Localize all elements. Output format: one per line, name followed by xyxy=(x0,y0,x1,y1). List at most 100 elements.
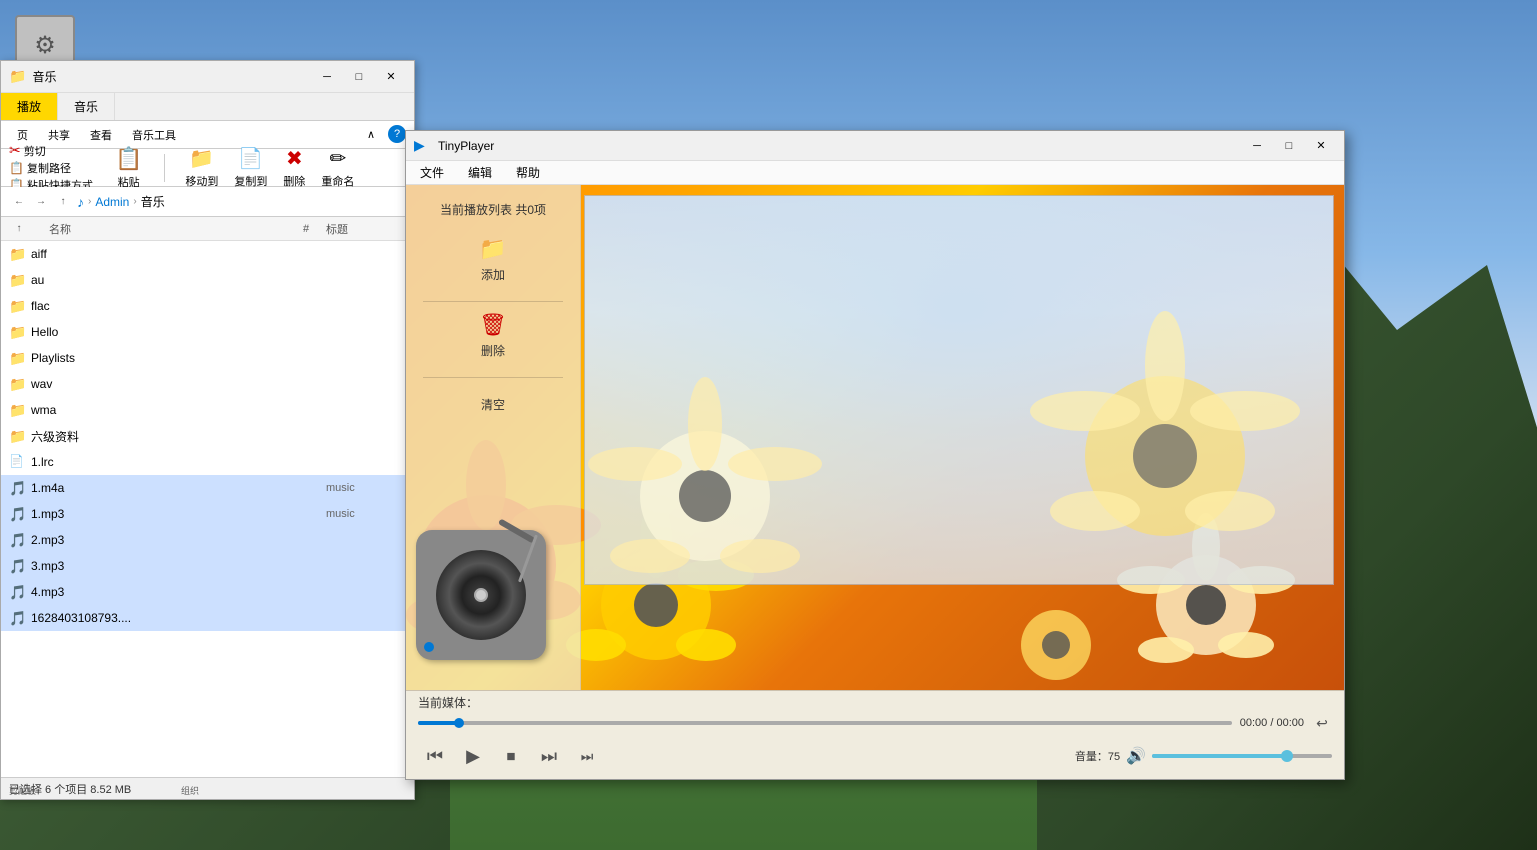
fast-forward-button[interactable]: ⏭ xyxy=(570,741,604,771)
tab-play[interactable]: 播放 xyxy=(1,93,58,120)
address-bar: ← → ↑ ♪ › Admin › 音乐 xyxy=(1,187,414,217)
forward-button[interactable]: → xyxy=(31,192,51,212)
organize-group-label: 组织 xyxy=(181,784,199,797)
file-list: 📁 aiff 📁 au 📁 flac 📁 Hello 📁 Playlists 📁… xyxy=(1,241,414,777)
prev-button[interactable]: ⏮ xyxy=(418,741,452,771)
file-name: wma xyxy=(31,403,406,417)
path-sep-1: › xyxy=(88,196,91,207)
path-admin[interactable]: Admin xyxy=(95,195,129,209)
explorer-tab-row1: 播放 音乐 xyxy=(1,93,414,121)
menu-help[interactable]: 帮助 xyxy=(508,162,548,183)
volume-icon[interactable]: 🔊 xyxy=(1126,746,1146,766)
list-item[interactable]: 🎵 2.mp3 xyxy=(1,527,414,553)
ribbon-collapse-button[interactable]: ∧ xyxy=(356,125,386,145)
organize-group: 📁 移动到 📄 复制到 ✖ 删除 ✏ 重命名 xyxy=(181,144,358,191)
explorer-maximize-button[interactable]: □ xyxy=(344,67,374,87)
player-maximize-button[interactable]: □ xyxy=(1274,136,1304,156)
list-item[interactable]: 📁 flac xyxy=(1,293,414,319)
file-title: music xyxy=(326,508,406,520)
list-item[interactable]: 📁 Hello xyxy=(1,319,414,345)
time-display: 00:00 / 00:00 xyxy=(1240,717,1304,729)
list-item[interactable]: 🎵 1.mp3 music xyxy=(1,501,414,527)
copy-path-icon: 📋 xyxy=(9,161,24,175)
explorer-close-button[interactable]: ✕ xyxy=(376,67,406,87)
folder-icon: 📁 xyxy=(9,428,25,444)
col-title-header[interactable]: 标题 xyxy=(326,221,406,237)
music-file-icon: 🎵 xyxy=(9,558,25,574)
list-item[interactable]: 🎵 1.m4a music xyxy=(1,475,414,501)
path-music[interactable]: 音乐 xyxy=(141,193,165,210)
record-arm xyxy=(498,518,536,543)
delete-icon: ✖ xyxy=(286,146,303,171)
folder-icon: 📁 xyxy=(9,402,25,418)
col-name-header[interactable]: 名称 xyxy=(29,221,286,237)
list-item[interactable]: 🎵 1628403108793.... xyxy=(1,605,414,631)
file-name: Hello xyxy=(31,325,406,339)
playlist-panel: 当前播放列表 共0项 📁 添加 🗑 删除 清空 xyxy=(406,185,581,690)
explorer-window-controls: ─ □ ✕ xyxy=(312,67,406,87)
next-button[interactable]: ⏭ xyxy=(532,741,566,771)
col-num-header[interactable]: # xyxy=(286,223,326,235)
cut-button[interactable]: ✂ 剪切 xyxy=(9,142,93,159)
player-body: 当前播放列表 共0项 📁 添加 🗑 删除 清空 xyxy=(406,185,1344,690)
explorer-minimize-button[interactable]: ─ xyxy=(312,67,342,87)
paste-button-container[interactable]: 📋 粘贴 xyxy=(109,144,148,192)
record-background xyxy=(416,530,546,660)
list-item[interactable]: 📁 wav xyxy=(1,371,414,397)
copy-to-button[interactable]: 📄 复制到 xyxy=(230,144,271,191)
list-item[interactable]: 📁 六级资料 xyxy=(1,423,414,449)
current-media-label: 当前媒体： xyxy=(418,694,478,711)
copy-path-button[interactable]: 📋 复制路径 xyxy=(9,160,93,176)
rename-button[interactable]: ✏ 重命名 xyxy=(317,144,358,191)
list-item[interactable]: 📁 au xyxy=(1,267,414,293)
list-item[interactable]: 📄 1.lrc xyxy=(1,449,414,475)
tab-music[interactable]: 音乐 xyxy=(58,93,115,120)
menu-edit[interactable]: 编辑 xyxy=(460,162,500,183)
clipboard-group: ✂ 剪切 📋 复制路径 📋 粘贴快捷方式 xyxy=(9,142,93,193)
clipboard-group-label: 剪贴板 xyxy=(9,784,36,797)
ribbon-page-label: 页 xyxy=(17,127,28,143)
playlist-divider-1 xyxy=(423,301,562,302)
player-window: ▶ TinyPlayer ─ □ ✕ 文件 编辑 帮助 xyxy=(405,130,1345,780)
delete-button[interactable]: ✖ 删除 xyxy=(279,144,309,191)
folder-icon: 📁 xyxy=(9,350,25,366)
list-item[interactable]: 📁 Playlists xyxy=(1,345,414,371)
record-disc xyxy=(436,550,526,640)
add-to-playlist-button[interactable]: 📁 添加 xyxy=(467,230,518,289)
list-item[interactable]: 🎵 4.mp3 xyxy=(1,579,414,605)
ribbon-help-button[interactable]: ? xyxy=(388,125,406,143)
gear-icon: ⚙ xyxy=(34,31,56,60)
path-sep-2: › xyxy=(133,196,136,207)
stop-button[interactable]: ⏹ xyxy=(494,741,528,771)
list-item[interactable]: 📁 aiff xyxy=(1,241,414,267)
list-item[interactable]: 🎵 3.mp3 xyxy=(1,553,414,579)
volume-fill xyxy=(1152,754,1287,758)
delete-playlist-icon: 🗑 xyxy=(479,312,507,338)
progress-thumb[interactable] xyxy=(454,718,464,728)
player-minimize-button[interactable]: ─ xyxy=(1242,136,1272,156)
move-to-icon: 📁 xyxy=(189,146,214,171)
sort-up-icon[interactable]: ↑ xyxy=(9,219,29,239)
controls-bar: ⏮ ▶ ⏹ ⏭ ⏭ 音量：75 🔊 xyxy=(406,733,1344,779)
delete-btn-label: 删除 xyxy=(481,342,505,359)
move-to-button[interactable]: 📁 移动到 xyxy=(181,144,222,191)
clear-playlist-button[interactable]: 清空 xyxy=(469,382,517,419)
player-menubar: 文件 编辑 帮助 xyxy=(406,161,1344,185)
list-item[interactable]: 📁 wma xyxy=(1,397,414,423)
tab-music-label: 音乐 xyxy=(74,98,98,115)
menu-file[interactable]: 文件 xyxy=(412,162,452,183)
loop-button[interactable]: ↩ xyxy=(1312,713,1332,733)
volume-track[interactable] xyxy=(1152,754,1332,758)
ribbon-music-tools-tab[interactable]: 音乐工具 xyxy=(124,125,184,145)
paste-big-button[interactable]: 📋 粘贴 xyxy=(109,144,148,192)
copy-path-label: 复制路径 xyxy=(27,160,71,176)
player-app-icon: ▶ xyxy=(414,137,432,155)
up-button[interactable]: ↑ xyxy=(53,192,73,212)
volume-thumb[interactable] xyxy=(1281,750,1293,762)
player-close-button[interactable]: ✕ xyxy=(1306,136,1336,156)
video-floral-bg xyxy=(585,196,1333,584)
progress-track[interactable] xyxy=(418,721,1232,725)
back-button[interactable]: ← xyxy=(9,192,29,212)
play-button[interactable]: ▶ xyxy=(456,741,490,771)
delete-from-playlist-button[interactable]: 🗑 删除 xyxy=(467,306,519,365)
